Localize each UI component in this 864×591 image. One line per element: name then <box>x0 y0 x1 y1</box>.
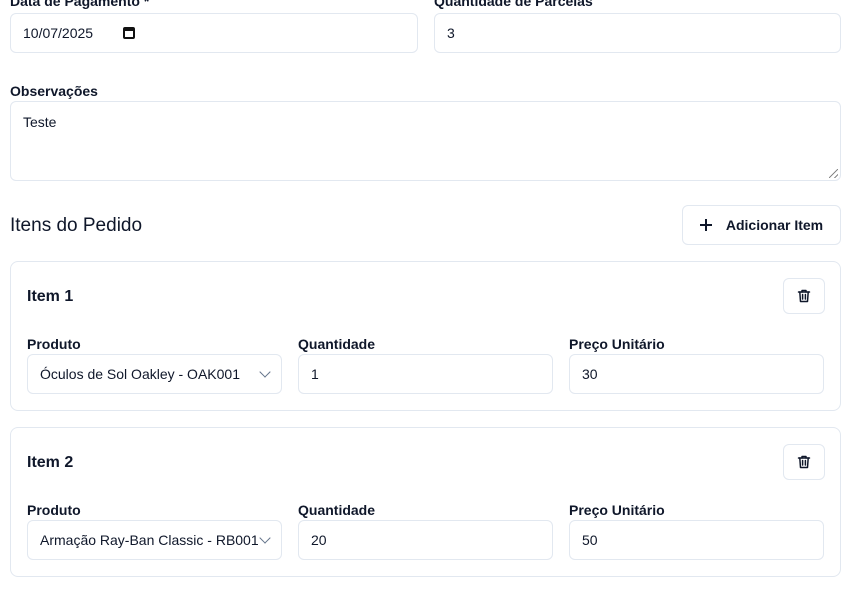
delete-item-button[interactable] <box>783 278 825 314</box>
unit-price-input[interactable]: 30 <box>569 354 824 394</box>
add-item-button[interactable]: Adicionar Item <box>682 205 841 245</box>
quantity-label: Quantidade <box>298 502 376 518</box>
trash-icon <box>797 289 811 303</box>
product-select-value: Armação Ray-Ban Classic - RB001 <box>40 532 259 548</box>
product-select[interactable]: Armação Ray-Ban Classic - RB001 <box>27 520 282 560</box>
product-select[interactable]: Óculos de Sol Oakley - OAK001 <box>27 354 282 394</box>
item-title: Item 1 <box>27 288 74 305</box>
payment-date-value: 10/07/2025 <box>23 25 94 41</box>
quantity-value: 20 <box>311 532 327 548</box>
order-item-card: Item 1 Produto Quantidade Preço Unitário… <box>10 261 841 411</box>
unit-price-label: Preço Unitário <box>569 502 665 518</box>
product-select-value: Óculos de Sol Oakley - OAK001 <box>40 366 240 382</box>
product-label: Produto <box>27 502 81 518</box>
trash-icon <box>797 455 811 469</box>
quantity-input[interactable]: 1 <box>298 354 553 394</box>
notes-textarea[interactable]: Teste <box>10 101 841 181</box>
plus-icon <box>699 219 712 231</box>
installments-input[interactable]: 3 <box>434 13 841 53</box>
notes-label: Observações <box>10 83 98 99</box>
calendar-icon[interactable] <box>123 27 135 39</box>
add-item-label: Adicionar Item <box>725 217 824 233</box>
quantity-value: 1 <box>311 366 319 382</box>
delete-item-button[interactable] <box>783 444 825 480</box>
quantity-label: Quantidade <box>298 336 376 352</box>
chevron-down-icon <box>259 532 271 544</box>
notes-value: Teste <box>23 114 57 130</box>
unit-price-value: 50 <box>582 532 598 548</box>
item-title: Item 2 <box>27 454 74 471</box>
unit-price-value: 30 <box>582 366 598 382</box>
chevron-down-icon <box>259 366 271 378</box>
installments-value: 3 <box>447 25 455 41</box>
payment-date-input[interactable]: 10/07/2025 <box>10 13 418 53</box>
payment-date-label: Data de Pagamento * <box>10 0 150 9</box>
resize-grip-icon[interactable] <box>829 169 838 178</box>
order-item-card: Item 2 Produto Quantidade Preço Unitário… <box>10 427 841 577</box>
unit-price-input[interactable]: 50 <box>569 520 824 560</box>
installments-label: Quantidade de Parcelas <box>434 0 593 9</box>
unit-price-label: Preço Unitário <box>569 336 665 352</box>
order-form: Data de Pagamento * Quantidade de Parcel… <box>0 0 864 591</box>
items-section-title: Itens do Pedido <box>10 215 143 236</box>
quantity-input[interactable]: 20 <box>298 520 553 560</box>
product-label: Produto <box>27 336 81 352</box>
